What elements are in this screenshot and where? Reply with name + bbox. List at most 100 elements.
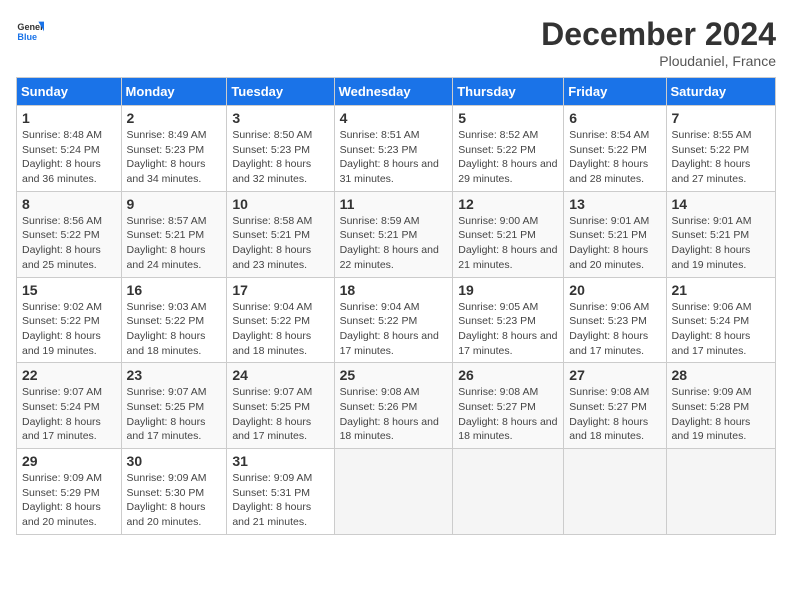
- day-info: Sunrise: 9:04 AMSunset: 5:22 PMDaylight:…: [232, 300, 328, 359]
- day-number: 29: [22, 453, 116, 469]
- page-header: General Blue December 2024 Ploudaniel, F…: [16, 16, 776, 69]
- day-number: 6: [569, 110, 660, 126]
- calendar-day-cell: 5Sunrise: 8:52 AMSunset: 5:22 PMDaylight…: [453, 106, 564, 192]
- weekday-header: Sunday: [17, 78, 122, 106]
- day-number: 7: [672, 110, 770, 126]
- day-info: Sunrise: 9:03 AMSunset: 5:22 PMDaylight:…: [127, 300, 222, 359]
- day-number: 23: [127, 367, 222, 383]
- weekday-header: Wednesday: [334, 78, 453, 106]
- day-number: 22: [22, 367, 116, 383]
- day-info: Sunrise: 9:02 AMSunset: 5:22 PMDaylight:…: [22, 300, 116, 359]
- calendar-day-cell: 20Sunrise: 9:06 AMSunset: 5:23 PMDayligh…: [564, 277, 666, 363]
- day-info: Sunrise: 8:51 AMSunset: 5:23 PMDaylight:…: [340, 128, 448, 187]
- day-info: Sunrise: 8:58 AMSunset: 5:21 PMDaylight:…: [232, 214, 328, 273]
- day-number: 21: [672, 282, 770, 298]
- weekday-header: Monday: [121, 78, 227, 106]
- calendar-day-cell: 1Sunrise: 8:48 AMSunset: 5:24 PMDaylight…: [17, 106, 122, 192]
- calendar-day-cell: 8Sunrise: 8:56 AMSunset: 5:22 PMDaylight…: [17, 191, 122, 277]
- day-number: 16: [127, 282, 222, 298]
- day-info: Sunrise: 9:01 AMSunset: 5:21 PMDaylight:…: [569, 214, 660, 273]
- day-number: 25: [340, 367, 448, 383]
- calendar-day-cell: 16 Sunrise: 9:03 AMSunset: 5:22 PMDayligh…: [121, 277, 227, 363]
- day-number: 12: [458, 196, 558, 212]
- day-info: Sunrise: 8:52 AMSunset: 5:22 PMDaylight:…: [458, 128, 558, 187]
- day-info: Sunrise: 9:08 AMSunset: 5:27 PMDaylight:…: [458, 385, 558, 444]
- empty-cell: [564, 449, 666, 535]
- day-info: Sunrise: 9:06 AMSunset: 5:23 PMDaylight:…: [569, 300, 660, 359]
- svg-text:Blue: Blue: [17, 32, 37, 42]
- day-number: 26: [458, 367, 558, 383]
- calendar-day-cell: 11 Sunrise: 8:59 AMSunset: 5:21 PMDayligh…: [334, 191, 453, 277]
- calendar-day-cell: 22 Sunrise: 9:07 AMSunset: 5:24 PMDayligh…: [17, 363, 122, 449]
- day-info: Sunrise: 8:49 AMSunset: 5:23 PMDaylight:…: [127, 128, 222, 187]
- calendar-week-row: 1Sunrise: 8:48 AMSunset: 5:24 PMDaylight…: [17, 106, 776, 192]
- day-number: 30: [127, 453, 222, 469]
- calendar-day-cell: 24 Sunrise: 9:07 AMSunset: 5:25 PMDayligh…: [227, 363, 334, 449]
- day-info: Sunrise: 8:57 AMSunset: 5:21 PMDaylight:…: [127, 214, 222, 273]
- calendar-day-cell: 13Sunrise: 9:01 AMSunset: 5:21 PMDayligh…: [564, 191, 666, 277]
- day-info: Sunrise: 9:01 AMSunset: 5:21 PMDaylight:…: [672, 214, 770, 273]
- weekday-header: Saturday: [666, 78, 775, 106]
- day-number: 31: [232, 453, 328, 469]
- calendar-day-cell: 25 Sunrise: 9:08 AMSunset: 5:26 PMDayligh…: [334, 363, 453, 449]
- day-info: Sunrise: 9:05 AMSunset: 5:23 PMDaylight:…: [458, 300, 558, 359]
- calendar-day-cell: 29 Sunrise: 9:09 AMSunset: 5:29 PMDayligh…: [17, 449, 122, 535]
- day-info: Sunrise: 9:07 AMSunset: 5:25 PMDaylight:…: [127, 385, 222, 444]
- day-info: Sunrise: 9:09 AMSunset: 5:28 PMDaylight:…: [672, 385, 770, 444]
- day-number: 18: [340, 282, 448, 298]
- day-number: 19: [458, 282, 558, 298]
- day-number: 24: [232, 367, 328, 383]
- weekday-header: Thursday: [453, 78, 564, 106]
- calendar-day-cell: 17 Sunrise: 9:04 AMSunset: 5:22 PMDayligh…: [227, 277, 334, 363]
- day-info: Sunrise: 9:07 AMSunset: 5:24 PMDaylight:…: [22, 385, 116, 444]
- calendar-day-cell: 9 Sunrise: 8:57 AMSunset: 5:21 PMDaylight…: [121, 191, 227, 277]
- day-info: Sunrise: 9:08 AMSunset: 5:26 PMDaylight:…: [340, 385, 448, 444]
- calendar-day-cell: 26 Sunrise: 9:08 AMSunset: 5:27 PMDayligh…: [453, 363, 564, 449]
- empty-cell: [666, 449, 775, 535]
- day-info: Sunrise: 9:00 AMSunset: 5:21 PMDaylight:…: [458, 214, 558, 273]
- day-info: Sunrise: 9:09 AMSunset: 5:30 PMDaylight:…: [127, 471, 222, 530]
- day-info: Sunrise: 9:09 AMSunset: 5:31 PMDaylight:…: [232, 471, 328, 530]
- calendar-week-row: 22 Sunrise: 9:07 AMSunset: 5:24 PMDayligh…: [17, 363, 776, 449]
- day-number: 8: [22, 196, 116, 212]
- day-info: Sunrise: 9:06 AMSunset: 5:24 PMDaylight:…: [672, 300, 770, 359]
- day-info: Sunrise: 8:50 AMSunset: 5:23 PMDaylight:…: [232, 128, 328, 187]
- day-number: 28: [672, 367, 770, 383]
- weekday-header: Friday: [564, 78, 666, 106]
- calendar-day-cell: 10 Sunrise: 8:58 AMSunset: 5:21 PMDayligh…: [227, 191, 334, 277]
- day-info: Sunrise: 9:04 AMSunset: 5:22 PMDaylight:…: [340, 300, 448, 359]
- calendar-day-cell: 27 Sunrise: 9:08 AMSunset: 5:27 PMDayligh…: [564, 363, 666, 449]
- day-info: Sunrise: 8:55 AMSunset: 5:22 PMDaylight:…: [672, 128, 770, 187]
- day-number: 3: [232, 110, 328, 126]
- day-number: 17: [232, 282, 328, 298]
- calendar-week-row: 8Sunrise: 8:56 AMSunset: 5:22 PMDaylight…: [17, 191, 776, 277]
- day-info: Sunrise: 9:07 AMSunset: 5:25 PMDaylight:…: [232, 385, 328, 444]
- calendar-day-cell: 18 Sunrise: 9:04 AMSunset: 5:22 PMDayligh…: [334, 277, 453, 363]
- calendar-day-cell: 19 Sunrise: 9:05 AMSunset: 5:23 PMDayligh…: [453, 277, 564, 363]
- logo-icon: General Blue: [16, 16, 44, 44]
- title-block: December 2024 Ploudaniel, France: [541, 16, 776, 69]
- calendar-day-cell: 31 Sunrise: 9:09 AMSunset: 5:31 PMDayligh…: [227, 449, 334, 535]
- calendar-week-row: 15 Sunrise: 9:02 AMSunset: 5:22 PMDayligh…: [17, 277, 776, 363]
- day-info: Sunrise: 8:59 AMSunset: 5:21 PMDaylight:…: [340, 214, 448, 273]
- calendar-day-cell: 30 Sunrise: 9:09 AMSunset: 5:30 PMDayligh…: [121, 449, 227, 535]
- day-info: Sunrise: 9:08 AMSunset: 5:27 PMDaylight:…: [569, 385, 660, 444]
- calendar-day-cell: 6 Sunrise: 8:54 AMSunset: 5:22 PMDaylight…: [564, 106, 666, 192]
- day-number: 27: [569, 367, 660, 383]
- empty-cell: [334, 449, 453, 535]
- day-info: Sunrise: 8:54 AMSunset: 5:22 PMDaylight:…: [569, 128, 660, 187]
- calendar-day-cell: 28 Sunrise: 9:09 AMSunset: 5:28 PMDayligh…: [666, 363, 775, 449]
- calendar-table: SundayMondayTuesdayWednesdayThursdayFrid…: [16, 77, 776, 535]
- day-info: Sunrise: 9:09 AMSunset: 5:29 PMDaylight:…: [22, 471, 116, 530]
- weekday-header: Tuesday: [227, 78, 334, 106]
- empty-cell: [453, 449, 564, 535]
- day-number: 9: [127, 196, 222, 212]
- day-number: 15: [22, 282, 116, 298]
- day-number: 10: [232, 196, 328, 212]
- calendar-day-cell: 14Sunrise: 9:01 AMSunset: 5:21 PMDayligh…: [666, 191, 775, 277]
- calendar-week-row: 29 Sunrise: 9:09 AMSunset: 5:29 PMDayligh…: [17, 449, 776, 535]
- day-number: 11: [340, 196, 448, 212]
- calendar-day-cell: 12 Sunrise: 9:00 AMSunset: 5:21 PMDayligh…: [453, 191, 564, 277]
- calendar-day-cell: 2Sunrise: 8:49 AMSunset: 5:23 PMDaylight…: [121, 106, 227, 192]
- logo: General Blue: [16, 16, 44, 44]
